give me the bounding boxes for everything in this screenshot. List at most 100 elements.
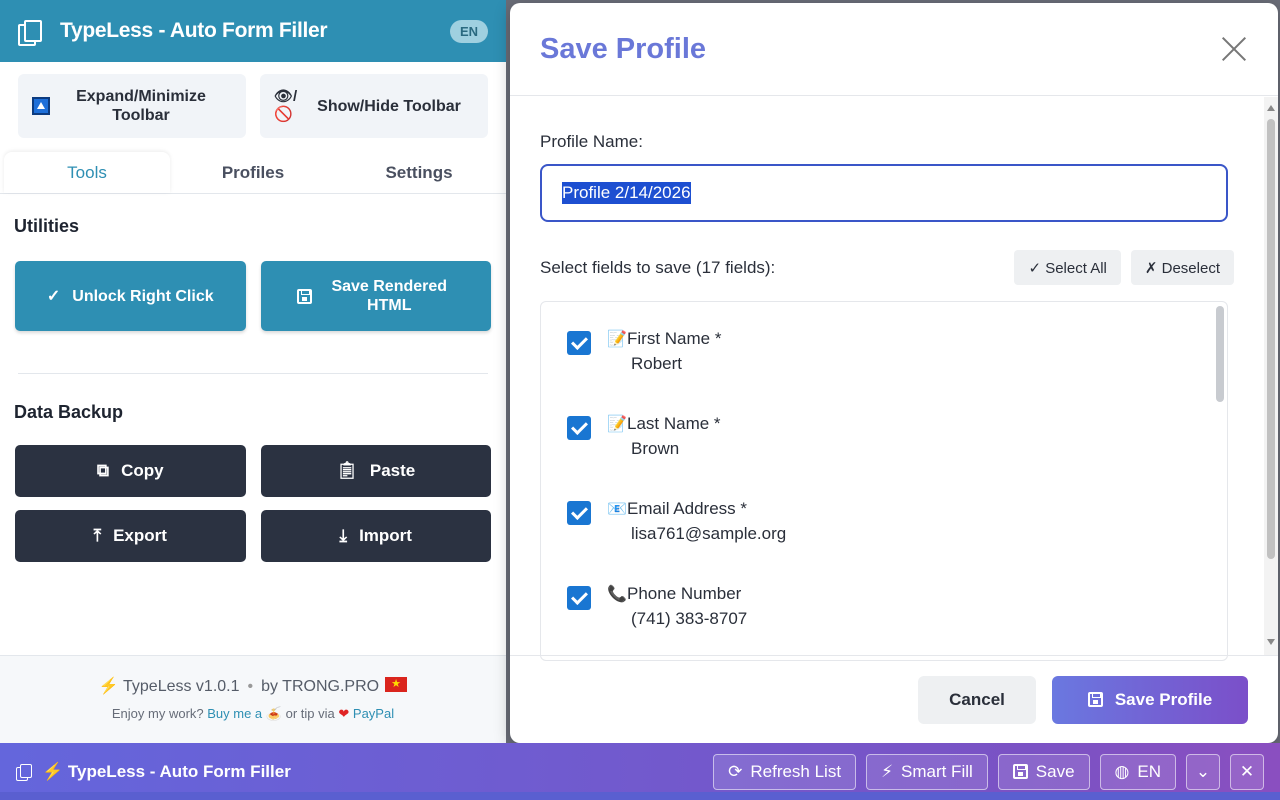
field-value: (741) 383-8707 xyxy=(631,609,748,628)
unlock-right-click-button[interactable]: ✓ Unlock Right Click xyxy=(15,261,246,331)
language-label: EN xyxy=(1137,761,1161,781)
memo-icon: 📝 xyxy=(607,416,627,433)
field-item-email: 📧Email Address * lisa761@sample.org xyxy=(567,497,1227,546)
export-label: Export xyxy=(113,526,167,545)
extension-header: TypeLess - Auto Form Filler EN xyxy=(0,0,506,62)
deselect-button[interactable]: ✗ Deselect xyxy=(1130,250,1234,285)
data-backup-buttons: ⧉ Copy 📋︎ Paste ⤒ Export ⤓ Import xyxy=(0,445,506,562)
expand-minimize-toolbar-button[interactable]: Expand/Minimize Toolbar xyxy=(18,74,246,138)
buy-me-link[interactable]: Buy me a xyxy=(207,706,262,721)
refresh-list-button[interactable]: ⟳ Refresh List xyxy=(713,753,857,790)
field-value: Robert xyxy=(631,354,683,373)
language-button[interactable]: ◍ EN xyxy=(1099,753,1176,790)
smart-fill-button[interactable]: ⚡︎ Smart Fill xyxy=(866,753,988,790)
extension-title: TypeLess - Auto Form Filler xyxy=(60,19,328,42)
copy-label: Copy xyxy=(121,461,164,480)
check-icon: ✓ xyxy=(46,288,61,305)
expand-minimize-label: Expand/Minimize Toolbar xyxy=(76,88,206,124)
copy-button[interactable]: ⧉ Copy xyxy=(15,445,246,497)
utilities-heading: Utilities xyxy=(14,216,80,236)
tip-line: Enjoy my work? Buy me a 🍝 or tip via ❤ P… xyxy=(0,706,506,722)
cancel-button[interactable]: Cancel xyxy=(918,675,1036,724)
show-hide-label: Show/Hide Toolbar xyxy=(317,97,461,115)
field-checkbox[interactable] xyxy=(567,501,591,525)
tip-via-text: or tip via xyxy=(285,706,335,721)
save-button[interactable]: Save xyxy=(997,753,1090,790)
toolbar-title-area: ⚡ TypeLess - Auto Form Filler xyxy=(16,762,713,782)
select-all-button[interactable]: ✓ Select All xyxy=(1014,250,1121,285)
paste-label: Paste xyxy=(369,461,416,480)
close-icon[interactable] xyxy=(1220,35,1248,63)
extension-footer: ⚡ TypeLess v1.0.1•by TRONG.PRO Enjoy my … xyxy=(0,655,506,743)
tab-tools[interactable]: Tools xyxy=(4,152,170,193)
save-icon xyxy=(1087,692,1103,707)
toolbar-bottom-edge xyxy=(0,792,1280,800)
phone-icon: 📞 xyxy=(607,586,627,603)
save-rendered-html-button[interactable]: Save Rendered HTML xyxy=(260,261,491,331)
refresh-icon: ⟳ xyxy=(728,761,743,781)
field-item-phone: 📞Phone Number (741) 383-8707 xyxy=(567,582,1227,631)
profile-name-input[interactable]: Profile 2/14/2026 xyxy=(540,164,1228,222)
language-badge[interactable]: EN xyxy=(449,19,488,43)
export-button[interactable]: ⤒ Export xyxy=(15,510,246,562)
fields-count-label: Select fields to save (17 fields): xyxy=(540,257,776,277)
smart-fill-label: Smart Fill xyxy=(901,761,973,781)
field-list-scrollbar[interactable] xyxy=(1216,306,1224,402)
tab-settings[interactable]: Settings xyxy=(336,152,502,193)
field-name: First Name * xyxy=(627,329,722,348)
section-divider xyxy=(18,373,488,374)
field-item-last-name: 📝Last Name * Brown xyxy=(567,412,1227,461)
unlock-right-click-label: Unlock Right Click xyxy=(72,287,214,305)
field-checkbox[interactable] xyxy=(567,331,591,355)
field-list: 📝First Name * Robert 📝Last Name * Brown … xyxy=(540,301,1228,661)
show-hide-toolbar-button[interactable]: 👁/🚫 Show/Hide Toolbar xyxy=(260,74,488,138)
close-icon: ✕ xyxy=(1239,761,1255,781)
save-icon xyxy=(1012,764,1028,779)
author-link[interactable]: by TRONG.PRO xyxy=(261,678,379,695)
close-toolbar-button[interactable]: ✕ xyxy=(1230,753,1264,790)
copy-logo-icon xyxy=(18,20,42,46)
profile-name-label: Profile Name: xyxy=(540,132,643,151)
scroll-thumb[interactable] xyxy=(1267,119,1275,559)
field-checkbox[interactable] xyxy=(567,586,591,610)
field-name: Phone Number xyxy=(627,584,742,603)
modal-scrollbar[interactable] xyxy=(1264,97,1278,655)
field-value: Brown xyxy=(631,439,680,458)
collapse-toolbar-button[interactable]: ⌄ xyxy=(1186,753,1220,790)
save-rendered-html-label: Save Rendered HTML xyxy=(331,278,448,314)
chevron-down-icon: ⌄ xyxy=(1195,761,1211,781)
tip-prefix: Enjoy my work? xyxy=(111,706,204,721)
toolbar-title: ⚡ TypeLess - Auto Form Filler xyxy=(42,761,291,781)
paypal-link[interactable]: PayPal xyxy=(353,706,394,721)
download-icon: ⤓ xyxy=(339,526,348,545)
save-profile-button[interactable]: Save Profile xyxy=(1052,675,1248,724)
globe-icon: ◍ xyxy=(1114,761,1130,781)
utilities-buttons: ✓ Unlock Right Click Save Rendered HTML xyxy=(0,261,506,331)
memo-icon: 📝 xyxy=(607,331,627,348)
modal-title: Save Profile xyxy=(540,32,707,65)
upload-icon: ⤒ xyxy=(93,526,102,545)
email-icon: 📧 xyxy=(607,501,627,518)
extension-popup: TypeLess - Auto Form Filler EN Expand/Mi… xyxy=(0,0,506,743)
data-backup-heading: Data Backup xyxy=(14,402,124,422)
scroll-down-icon[interactable] xyxy=(1267,639,1275,645)
tab-bar: Tools Profiles Settings xyxy=(0,152,506,194)
refresh-list-label: Refresh List xyxy=(750,761,842,781)
fields-header-row: Select fields to save (17 fields): ✓ Sel… xyxy=(540,250,1234,285)
field-checkbox[interactable] xyxy=(567,416,591,440)
tab-profiles[interactable]: Profiles xyxy=(170,152,336,193)
profile-name-value: Profile 2/14/2026 xyxy=(562,182,691,204)
clipboard-icon: 📋︎ xyxy=(336,461,358,480)
import-button[interactable]: ⤓ Import xyxy=(260,510,491,562)
lightning-icon: ⚡︎ xyxy=(881,761,893,781)
version-line: ⚡ TypeLess v1.0.1 • by TRONG.PRO xyxy=(0,676,506,696)
field-name: Last Name * xyxy=(627,414,721,433)
eye-hide-icon: 👁/🚫 xyxy=(274,88,298,123)
scroll-up-icon[interactable] xyxy=(1267,105,1275,111)
coffee-icon: 🍝 xyxy=(265,706,282,721)
modal-header: Save Profile xyxy=(510,3,1278,96)
copy-icon[interactable] xyxy=(16,763,32,781)
field-item-first-name: 📝First Name * Robert xyxy=(567,327,1227,376)
paste-button[interactable]: 📋︎ Paste xyxy=(260,445,491,497)
save-icon xyxy=(297,288,313,304)
